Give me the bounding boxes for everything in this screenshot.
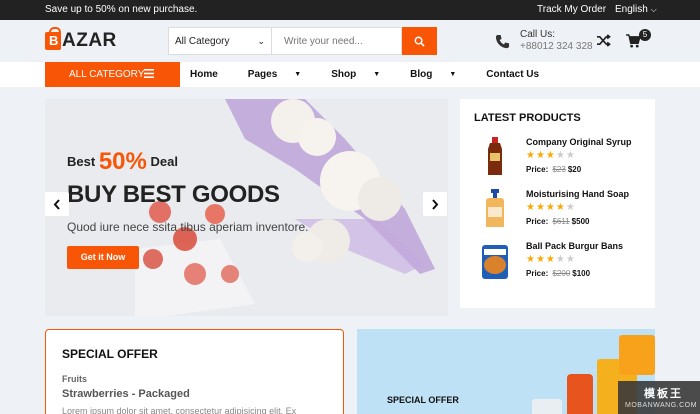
hero-subtitle: Quod iure nece ssita tibus aperiam inven… — [67, 220, 309, 234]
main-nav: ALL CATEGORY Home Pages ▼ Shop ▼ Blog ▼ Con… — [0, 62, 700, 87]
hero-deal-line: Best 50% Deal — [67, 148, 178, 176]
product-category: Fruits — [62, 374, 88, 384]
watermark-line1: 模板王 — [644, 388, 683, 400]
chevron-down-icon: ⌵ — [650, 5, 657, 14]
nav-pages[interactable]: Pages ▼ — [248, 69, 316, 80]
chevron-down-icon: ⌄ — [257, 36, 265, 46]
hero-percent: 50% — [98, 148, 147, 175]
star-icon: ★★★★ — [526, 202, 566, 213]
phone-icon — [495, 34, 510, 48]
slider-next-button[interactable] — [423, 192, 447, 216]
nav-shop-label: Shop — [331, 69, 357, 80]
get-it-now-button[interactable]: Get it Now — [67, 246, 139, 269]
latest-products: LATEST PRODUCTS Company Original Syrup ★… — [460, 99, 655, 308]
category-select-value: All Category — [175, 36, 230, 47]
old-price: $23 — [552, 165, 566, 174]
all-category-label: ALL CATEGORY — [69, 69, 145, 80]
nav-contact-label: Contact Us — [486, 69, 540, 80]
product-name: Moisturising Hand Soap — [526, 189, 630, 199]
banner-label: SPECIAL OFFER — [387, 395, 459, 405]
search-input[interactable] — [272, 27, 402, 55]
chevron-right-icon — [432, 198, 439, 210]
latest-products-title: LATEST PRODUCTS — [474, 112, 581, 124]
watermark-line2: MOBANWANG.COM — [625, 402, 697, 409]
nav-pages-label: Pages — [247, 69, 278, 80]
language-select[interactable]: English ⌵ — [615, 4, 657, 15]
star-icon: ★ — [565, 202, 576, 213]
slider-prev-button[interactable] — [45, 192, 69, 216]
product-price: Price: $200 $100 — [526, 269, 590, 278]
top-bar: Save up to 50% on new purchase. Track My… — [0, 0, 700, 20]
call-number[interactable]: +88012 324 328 — [520, 41, 593, 53]
caret-down-icon: ▼ — [294, 71, 302, 78]
new-price: $100 — [572, 269, 591, 278]
watermark: 模板王 MOBANWANG.COM — [618, 381, 700, 414]
search-button[interactable] — [402, 27, 437, 55]
new-price: $500 — [571, 217, 590, 226]
special-offer-banner[interactable]: SPECIAL OFFER — [357, 329, 655, 414]
price-label: Price: — [526, 269, 549, 278]
hero-title: BUY BEST GOODS — [67, 181, 280, 208]
star-rating: ★★★★★ — [526, 202, 576, 213]
track-order-link[interactable]: Track My Order — [537, 4, 606, 15]
logo[interactable]: B AZAR — [45, 27, 117, 52]
star-rating: ★★★★★ — [526, 254, 576, 265]
language-label: English — [615, 4, 648, 15]
nav-shop[interactable]: Shop ▼ — [331, 69, 395, 80]
star-icon: ★★★ — [526, 150, 556, 161]
search-icon — [414, 36, 425, 47]
caret-down-icon: ▼ — [373, 71, 381, 78]
old-price: $611 — [552, 217, 570, 226]
star-icon: ★★ — [555, 254, 576, 265]
special-offer-card: SPECIAL OFFER Fruits Strawberries - Pack… — [45, 329, 344, 414]
product-description: Lorem ipsum dolor sit amet, consectetur … — [62, 406, 297, 414]
caret-down-icon: ▼ — [449, 71, 457, 78]
search-bar: All Category ⌄ — [168, 27, 437, 55]
header: B AZAR All Category ⌄ Call Us: +88012 32… — [0, 20, 700, 62]
promo-text: Save up to 50% on new purchase. — [45, 4, 198, 15]
star-rating: ★★★★★ — [526, 150, 576, 161]
product-price: Price: $611 $500 — [526, 217, 589, 226]
soap-bottle-icon — [486, 189, 504, 227]
price-label: Price: — [526, 217, 549, 226]
special-offer-title: SPECIAL OFFER — [62, 347, 158, 361]
new-price: $20 — [567, 165, 582, 174]
old-price: $200 — [552, 269, 571, 278]
logo-text: AZAR — [62, 30, 117, 51]
nav-blog[interactable]: Blog ▼ — [410, 69, 471, 80]
hero-slider: Best 50% Deal BUY BEST GOODS Quod iure n… — [45, 99, 448, 316]
chevron-left-icon — [53, 198, 60, 210]
nav-links: Home Pages ▼ Shop ▼ Blog ▼ Contact Us — [190, 69, 569, 80]
nav-blog-label: Blog — [410, 69, 433, 80]
call-label: Call Us: — [520, 29, 556, 40]
hero-best: Best — [67, 154, 96, 169]
all-category-button[interactable]: ALL CATEGORY — [45, 62, 180, 87]
call-us: Call Us: +88012 324 328 — [495, 29, 593, 53]
nav-contact[interactable]: Contact Us — [486, 69, 554, 80]
shopping-bag-icon: B — [45, 27, 61, 50]
logo-letter: B — [49, 33, 59, 48]
hero-deal: Deal — [150, 154, 178, 169]
product-price: Price: $23 $20 — [526, 165, 581, 174]
list-item[interactable]: Company Original Syrup ★★★★★ Price: $23 $… — [474, 137, 654, 181]
bun-pack-icon — [482, 245, 508, 279]
list-item[interactable]: Ball Pack Burgur Bans ★★★★★ Price: $200 $… — [474, 241, 654, 285]
syrup-bottle-icon — [488, 137, 502, 175]
shuffle-icon[interactable] — [596, 34, 611, 47]
list-item[interactable]: Moisturising Hand Soap ★★★★★ Price: $611… — [474, 189, 654, 233]
star-icon: ★★★ — [526, 254, 556, 265]
star-icon: ★★ — [555, 150, 576, 161]
cart-count-badge: 5 — [639, 29, 651, 41]
nav-home[interactable]: Home — [190, 69, 233, 80]
menu-icon — [144, 69, 154, 78]
product-name: Ball Pack Burgur Bans — [526, 241, 624, 251]
product-name[interactable]: Strawberries - Packaged — [62, 388, 190, 400]
category-select[interactable]: All Category ⌄ — [168, 27, 272, 55]
price-label: Price: — [526, 165, 549, 174]
nav-home-label: Home — [190, 69, 218, 80]
product-name: Company Original Syrup — [526, 137, 632, 147]
